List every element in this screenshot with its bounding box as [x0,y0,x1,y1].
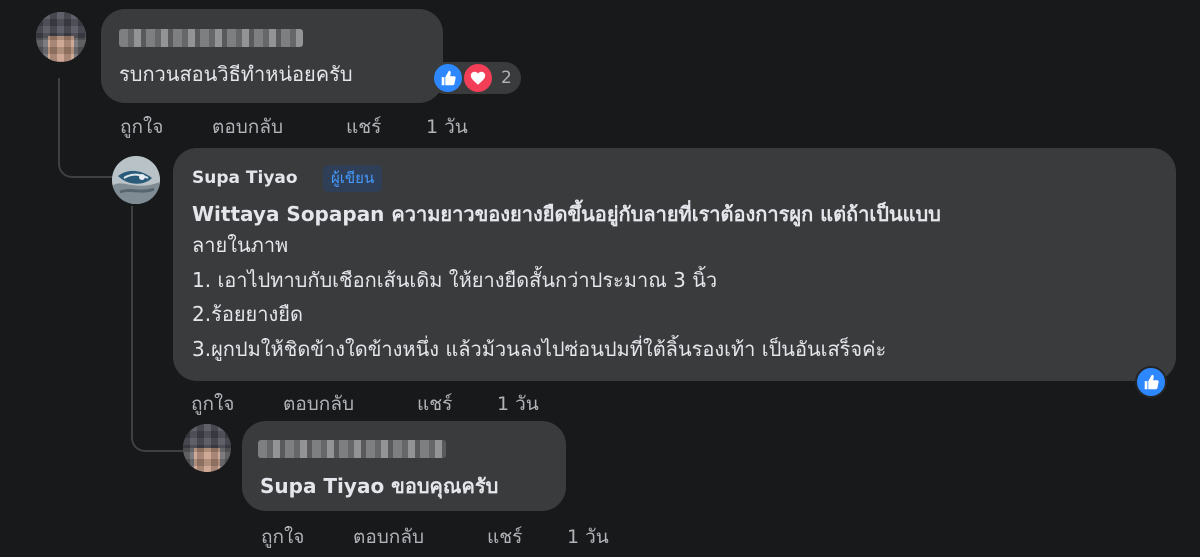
comment-author-name[interactable] [258,440,446,458]
avatar[interactable] [183,424,231,472]
comment-author-name[interactable]: Supa Tiyao [192,168,298,188]
timestamp-link[interactable]: 1 วัน [567,522,609,552]
comment-line: Wittaya Sopapan ความยาวของยางยืดขึ้นอยู่… [192,202,941,226]
like-button[interactable]: ถูกใจ [191,389,234,419]
reply-button[interactable]: ตอบกลับ [212,112,283,142]
like-button[interactable]: ถูกใจ [261,522,304,552]
comment-text: รบกวนสอนวิธีทำหน่อยครับ [119,62,353,86]
like-icon [432,62,464,94]
avatar[interactable] [36,12,86,62]
comment-text: Supa Tiyao ขอบคุณครับ [260,474,499,498]
reactions-summary[interactable] [1133,366,1169,398]
comment-author-name[interactable] [119,29,303,47]
comment-bubble: Supa Tiyao ขอบคุณครับ [242,421,566,511]
like-icon [1135,366,1167,398]
love-icon [462,62,494,94]
comment-line: 1. เอาไปทาบกับเชือกเส้นเดิม ให้ยางยืดสั้… [192,268,718,292]
comment-bubble: Supa Tiyao ผู้เขียน Wittaya Sopapan ความ… [173,148,1176,381]
comment-actions: ถูกใจ ตอบกลับ แชร์ 1 วัน [261,522,641,548]
comment-line: 3.ผูกปมให้ชิดข้างใดข้างหนึ่ง แล้วม้วนลงไ… [192,337,887,361]
share-button[interactable]: แชร์ [346,112,381,142]
timestamp-link[interactable]: 1 วัน [497,389,539,419]
avatar-image [112,156,160,204]
reply-button[interactable]: ตอบกลับ [353,522,424,552]
author-badge: ผู้เขียน [323,165,383,192]
author-avatar[interactable] [112,156,160,204]
comment-line: 2.ร้อยยางยืด [192,302,303,326]
comment-bubble: รบกวนสอนวิธีทำหน่อยครับ [101,9,443,103]
like-button[interactable]: ถูกใจ [120,112,163,142]
reaction-count: 2 [501,68,512,88]
comment-actions: ถูกใจ ตอบกลับ แชร์ 1 วัน [120,112,500,138]
comment-line: ลายในภาพ [192,233,289,257]
reactions-summary[interactable]: 2 [429,62,521,94]
comment-actions: ถูกใจ ตอบกลับ แชร์ 1 วัน [191,389,571,415]
share-button[interactable]: แชร์ [487,522,522,552]
reply-button[interactable]: ตอบกลับ [283,389,354,419]
timestamp-link[interactable]: 1 วัน [426,112,468,142]
share-button[interactable]: แชร์ [417,389,452,419]
